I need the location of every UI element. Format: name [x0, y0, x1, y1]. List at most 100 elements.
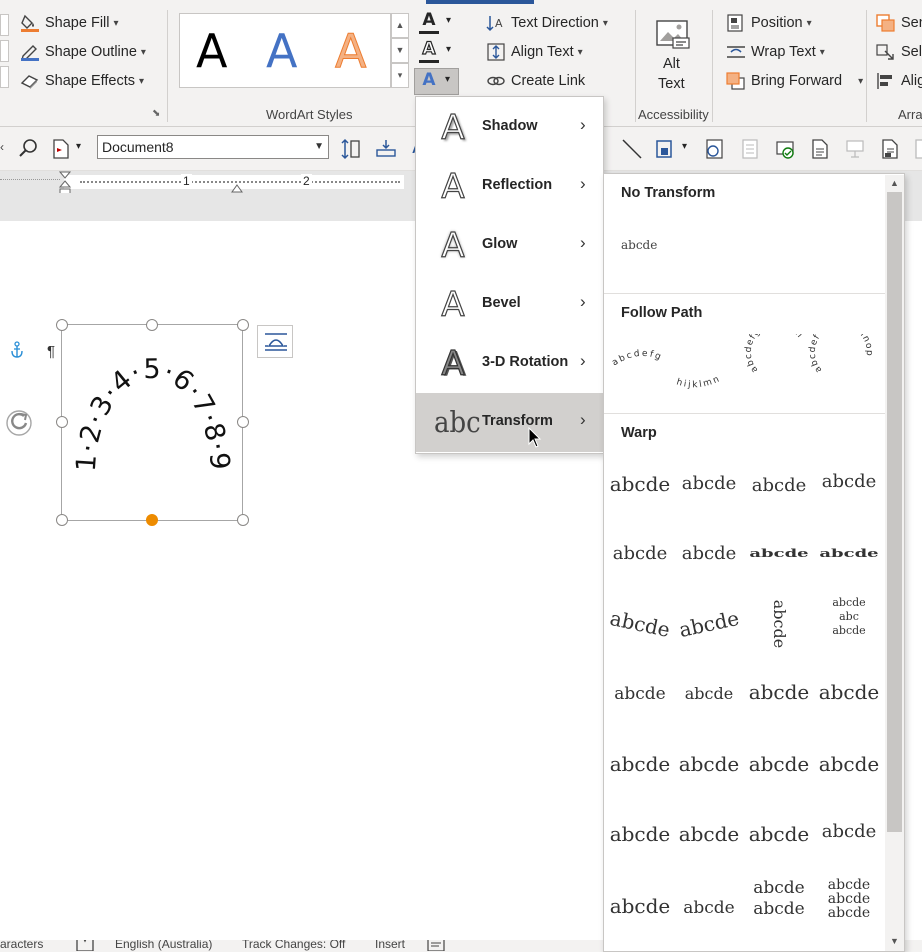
align-middle-icon[interactable] — [375, 138, 397, 160]
document-selector[interactable]: Document8 ▼ — [97, 135, 329, 159]
follow-path-arch-down[interactable]: hijklmn — [675, 374, 723, 391]
shape-fill-button[interactable]: Shape Fill ▾ — [20, 11, 119, 35]
scrollbar-thumb[interactable] — [887, 192, 902, 832]
macro-icon[interactable] — [427, 940, 445, 952]
warp-option-triangle-up[interactable]: abcde — [677, 462, 741, 506]
text-direction-button[interactable]: A Text Direction ▾ — [486, 11, 608, 35]
warp-option-double-wave-2[interactable]: abcde — [817, 742, 881, 786]
text-height-icon[interactable] — [340, 138, 362, 160]
warp-option-button[interactable]: abcde abc abcde — [817, 596, 881, 640]
align-button[interactable]: Alig — [876, 69, 922, 93]
chevron-down-icon[interactable]: ▾ — [76, 141, 81, 152]
shape-outline-button[interactable]: Shape Outline ▾ — [20, 40, 146, 64]
warp-option-deflate-inflate[interactable]: abcde abcde — [747, 878, 811, 922]
adjustment-handle[interactable] — [146, 514, 158, 526]
chevron-left-icon[interactable]: ‹ — [0, 140, 4, 154]
dialog-launcher-icon[interactable]: ⬊ — [152, 108, 160, 119]
warp-option-ring-outside[interactable]: abcde — [747, 541, 811, 567]
send-backward-button[interactable]: Sen — [876, 11, 922, 35]
create-link-button[interactable]: Create Link — [486, 69, 585, 93]
presentation-icon[interactable] — [844, 138, 866, 160]
follow-path-circle[interactable]: abcdefg hijklmn — [744, 334, 805, 374]
warp-option-circle[interactable]: abcde — [757, 592, 801, 656]
resize-handle-tl[interactable] — [56, 319, 68, 331]
follow-path-button[interactable]: abcdef Ghij klmnop — [808, 334, 874, 374]
rotate-handle-icon[interactable] — [4, 406, 34, 441]
export-document-icon[interactable] — [879, 138, 901, 160]
anchor-icon[interactable] — [9, 341, 25, 362]
warp-option-curve-up[interactable]: abcde — [608, 672, 672, 716]
warp-option-triangle-down[interactable]: abcde — [747, 464, 811, 508]
resize-handle-top[interactable] — [146, 319, 158, 331]
scroll-up-icon[interactable]: ▲ — [885, 175, 904, 191]
search-icon[interactable] — [17, 138, 39, 160]
warp-option-chevron-down[interactable]: abcde — [608, 532, 672, 576]
disabled-doc-icon[interactable] — [739, 138, 761, 160]
warp-option-ring-outside-2[interactable]: abcde — [817, 541, 881, 567]
menu-item-bevel[interactable]: A Bevel › — [416, 275, 603, 334]
warp-option-chevron-up[interactable]: abcde — [817, 460, 881, 504]
chevron-down-icon[interactable]: ▾ — [446, 44, 451, 55]
resize-handle-tr[interactable] — [237, 319, 249, 331]
warp-option-double-wave-1[interactable]: abcde — [747, 742, 811, 786]
warp-option-curve-down[interactable]: abcde — [677, 672, 741, 716]
warp-option-deflate[interactable]: abcde — [677, 812, 741, 856]
warp-option-deflate-top[interactable]: abcde — [677, 886, 741, 930]
gallery-scrollbar[interactable]: ▲ ▼ — [885, 175, 904, 951]
warp-option-arch-down[interactable]: abcde — [673, 596, 745, 652]
wordart-style-orange[interactable]: A — [334, 26, 366, 77]
status-characters[interactable]: aracters — [0, 940, 43, 951]
gallery-scroll-up[interactable]: ▲ — [391, 13, 409, 38]
approve-icon[interactable] — [774, 138, 796, 160]
menu-item-shadow[interactable]: A Shadow › — [416, 98, 603, 157]
curved-wordart-text[interactable]: 1·2·3·4·5·6·7·8·9 — [61, 324, 243, 521]
document-page-icon[interactable] — [809, 138, 831, 160]
wordart-style-blue[interactable]: A — [266, 26, 297, 76]
follow-path-arch-up[interactable]: abcdefg — [610, 349, 664, 369]
style-scroll-up[interactable] — [0, 14, 9, 36]
warp-option-deflate-inflate-deflate[interactable]: abcde abcde abcde — [817, 878, 881, 922]
menu-item-glow[interactable]: A Glow › — [416, 216, 603, 275]
warp-option-inflate-bottom[interactable]: abcde — [747, 812, 811, 856]
align-text-button[interactable]: Align Text ▾ — [486, 40, 583, 64]
layout-options-button[interactable] — [257, 325, 293, 358]
new-document-icon[interactable] — [50, 138, 72, 160]
text-outline-icon[interactable]: A — [418, 39, 440, 60]
chevron-down-icon[interactable]: ▾ — [446, 15, 451, 26]
bring-forward-button[interactable]: Bring Forward ▾ — [726, 69, 863, 93]
wordart-style-black[interactable]: A — [196, 26, 227, 76]
resize-handle-bl[interactable] — [56, 514, 68, 526]
position-button[interactable]: Position ▾ — [726, 11, 812, 35]
selection-pane-button[interactable]: Sele — [876, 40, 922, 64]
insert-shape-icon[interactable] — [655, 138, 677, 160]
scroll-down-icon[interactable]: ▼ — [885, 933, 904, 949]
warp-option-wave-1[interactable]: abcde — [608, 742, 672, 786]
style-more[interactable] — [0, 66, 9, 88]
menu-item-transform[interactable]: abc Transform › — [416, 393, 603, 452]
warp-option-deflate-bottom[interactable]: abcde — [817, 810, 881, 854]
wrap-text-button[interactable]: Wrap Text ▾ — [726, 40, 825, 64]
warp-option-ring-inside[interactable]: abcde — [677, 532, 741, 576]
line-icon[interactable] — [621, 138, 643, 160]
status-track-changes[interactable]: Track Changes: Off — [242, 940, 345, 951]
no-transform-option[interactable]: abcde — [621, 238, 657, 252]
warp-option-square[interactable]: abcde — [608, 462, 672, 506]
status-language[interactable]: English (Australia) — [115, 940, 212, 951]
resize-handle-right[interactable] — [237, 416, 249, 428]
resize-handle-br[interactable] — [237, 514, 249, 526]
text-effects-button[interactable]: A ▾ — [414, 68, 459, 95]
format-document-icon[interactable] — [704, 138, 726, 160]
style-scroll-down[interactable] — [0, 40, 9, 62]
warp-option-arch-up[interactable]: abcde — [604, 596, 676, 652]
gallery-scroll-down[interactable]: ▼ — [391, 38, 409, 63]
status-insert[interactable]: Insert — [375, 940, 405, 951]
warp-option-inflate-top[interactable]: abcde — [608, 884, 672, 928]
chevron-down-icon[interactable]: ▾ — [682, 141, 687, 152]
warp-option-can-down[interactable]: abcde — [817, 670, 881, 714]
shape-effects-button[interactable]: Shape Effects ▾ — [20, 69, 144, 93]
warp-option-can-up[interactable]: abcde — [747, 670, 811, 714]
warp-option-wave-2[interactable]: abcde — [677, 742, 741, 786]
gallery-more[interactable]: ▾ — [391, 63, 409, 88]
read-mode-icon[interactable] — [76, 940, 94, 952]
resize-handle-left[interactable] — [56, 416, 68, 428]
